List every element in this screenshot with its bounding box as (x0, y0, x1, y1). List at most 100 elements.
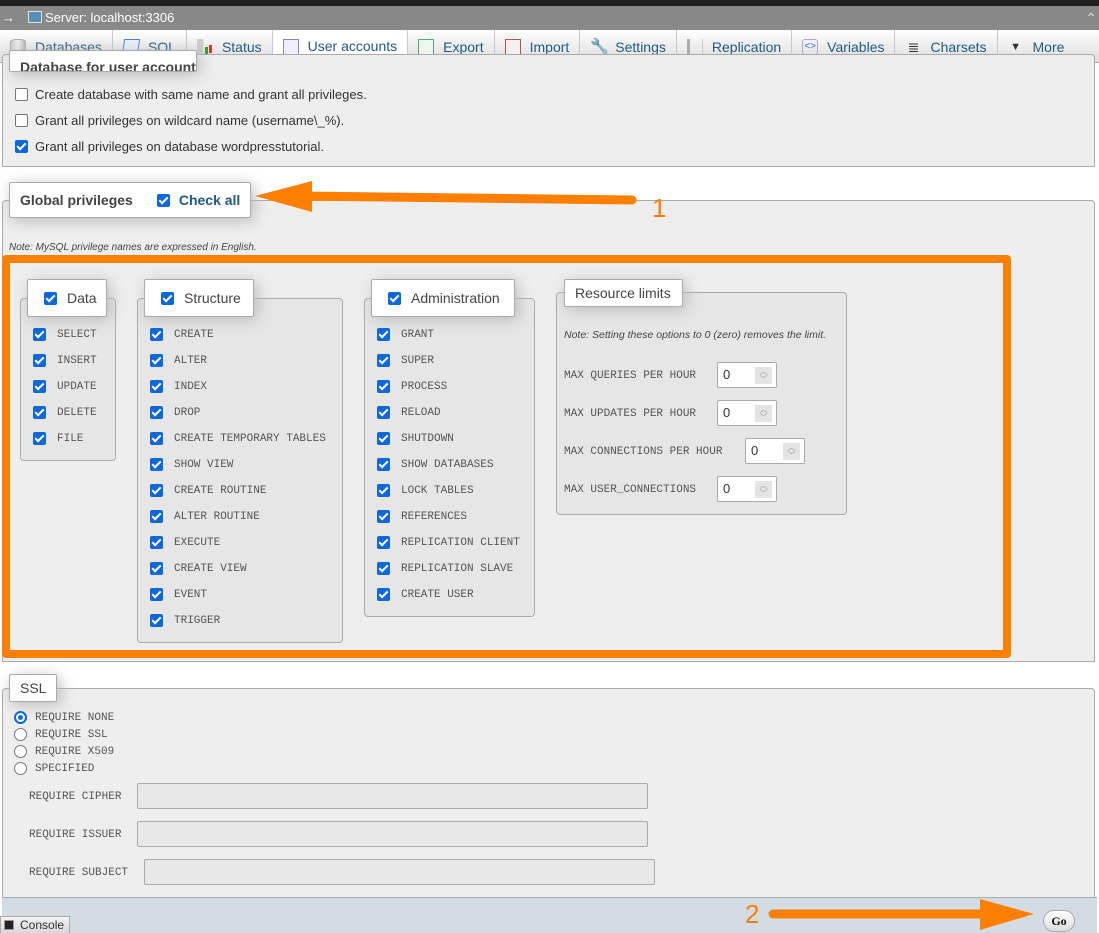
checkbox[interactable] (15, 88, 28, 101)
require-subject-input[interactable] (144, 859, 655, 885)
checkbox[interactable] (150, 588, 163, 601)
checkbox[interactable] (150, 354, 163, 367)
checkbox[interactable] (150, 432, 163, 445)
max-queries-input[interactable]: 0 ︿ ﹀ (717, 362, 777, 388)
check-all-checkbox[interactable] (156, 193, 170, 207)
checkbox[interactable] (150, 536, 163, 549)
privilege-show-view[interactable]: SHOW VIEW (150, 458, 233, 471)
privilege-show-databases[interactable]: SHOW DATABASES (377, 458, 493, 471)
checkbox[interactable] (33, 380, 46, 393)
checkbox[interactable] (150, 562, 163, 575)
checkbox[interactable] (150, 458, 163, 471)
go-button[interactable]: Go (1043, 910, 1075, 932)
db-option-wildcard[interactable]: Grant all privileges on wildcard name (u… (15, 113, 344, 128)
max-updates-input[interactable]: 0 ︿ ﹀ (717, 400, 777, 426)
checkbox[interactable] (377, 562, 390, 575)
checkbox[interactable] (377, 536, 390, 549)
require-cipher-input[interactable] (137, 783, 648, 809)
collapse-icon[interactable]: ⌃ (1085, 6, 1097, 30)
privilege-grant[interactable]: GRANT (377, 328, 434, 341)
checkbox[interactable] (33, 432, 46, 445)
checkbox[interactable] (150, 484, 163, 497)
checkbox[interactable] (377, 588, 390, 601)
privilege-create-routine[interactable]: CREATE ROUTINE (150, 484, 266, 497)
spinner-icon[interactable]: ︿ ﹀ (755, 481, 772, 498)
checkbox[interactable] (150, 510, 163, 523)
privilege-replication-client[interactable]: REPLICATION CLIENT (377, 536, 520, 549)
checkbox[interactable] (150, 380, 163, 393)
privilege-process[interactable]: PROCESS (377, 380, 447, 393)
spinner-icon[interactable]: ︿ ﹀ (783, 443, 800, 460)
require-issuer-input[interactable] (137, 821, 648, 847)
checkbox[interactable] (33, 406, 46, 419)
input-value: 0 (723, 367, 731, 382)
back-arrow-icon[interactable]: → (2, 6, 15, 30)
ssl-option-require-x509[interactable]: REQUIRE X509 (14, 745, 114, 758)
tab-label: Status (221, 38, 262, 55)
checkbox[interactable] (377, 380, 390, 393)
privilege-select[interactable]: SELECT (33, 328, 97, 341)
privilege-execute[interactable]: EXECUTE (150, 536, 220, 549)
privilege-create-view[interactable]: CREATE VIEW (150, 562, 247, 575)
checkbox[interactable] (15, 140, 28, 153)
check-all-label[interactable]: Check all (179, 192, 240, 208)
privilege-shutdown[interactable]: SHUTDOWN (377, 432, 454, 445)
privilege-create[interactable]: CREATE (150, 328, 214, 341)
checkbox[interactable] (377, 510, 390, 523)
checkbox[interactable] (150, 614, 163, 627)
spinner-icon[interactable]: ︿ ﹀ (755, 367, 772, 384)
data-group-legend[interactable]: Data (27, 279, 107, 317)
checkbox[interactable] (150, 328, 163, 341)
console-icon (4, 920, 14, 930)
radio-button[interactable] (14, 711, 27, 724)
privilege-drop[interactable]: DROP (150, 406, 200, 419)
privilege-alter[interactable]: ALTER (150, 354, 207, 367)
checkbox[interactable] (377, 354, 390, 367)
checkbox[interactable] (33, 328, 46, 341)
ssl-option-require-none[interactable]: REQUIRE NONE (14, 711, 114, 724)
privilege-label: CREATE VIEW (174, 562, 247, 575)
radio-button[interactable] (14, 745, 27, 758)
administration-group-legend[interactable]: Administration (371, 279, 515, 317)
console-toggle[interactable]: Console (0, 916, 71, 933)
checkbox[interactable] (33, 354, 46, 367)
db-option-create-same-name[interactable]: Create database with same name and grant… (15, 87, 367, 102)
spinner-icon[interactable]: ︿ ﹀ (755, 405, 772, 422)
radio-button[interactable] (14, 728, 27, 741)
checkbox[interactable] (377, 432, 390, 445)
privilege-lock-tables[interactable]: LOCK TABLES (377, 484, 474, 497)
checkbox[interactable] (377, 406, 390, 419)
structure-group-legend[interactable]: Structure (144, 279, 254, 317)
privilege-insert[interactable]: INSERT (33, 354, 97, 367)
privilege-update[interactable]: UPDATE (33, 380, 97, 393)
server-link[interactable]: Server: localhost:3306 (45, 6, 174, 30)
checkbox[interactable] (15, 114, 28, 127)
privilege-event[interactable]: EVENT (150, 588, 207, 601)
privilege-references[interactable]: REFERENCES (377, 510, 467, 523)
ssl-option-specified[interactable]: SPECIFIED (14, 762, 94, 775)
db-option-grant-database[interactable]: Grant all privileges on database wordpre… (15, 139, 324, 154)
checkbox[interactable] (377, 484, 390, 497)
group-checkbox[interactable] (388, 291, 401, 305)
radio-button[interactable] (14, 762, 27, 775)
privilege-replication-slave[interactable]: REPLICATION SLAVE (377, 562, 513, 575)
privilege-index[interactable]: INDEX (150, 380, 207, 393)
max-user-connections-input[interactable]: 0 ︿ ﹀ (717, 476, 777, 502)
privilege-create-user[interactable]: CREATE USER (377, 588, 474, 601)
group-checkbox[interactable] (161, 291, 174, 305)
checkbox[interactable] (377, 328, 390, 341)
privilege-reload[interactable]: RELOAD (377, 406, 441, 419)
tab-label: Replication (711, 38, 782, 55)
max-connections-input[interactable]: 0 ︿ ﹀ (745, 438, 805, 464)
privilege-file[interactable]: FILE (33, 432, 83, 445)
ssl-option-require-ssl[interactable]: REQUIRE SSL (14, 728, 108, 741)
privilege-trigger[interactable]: TRIGGER (150, 614, 220, 627)
privilege-create-temporary-tables[interactable]: CREATE TEMPORARY TABLES (150, 432, 326, 445)
privilege-delete[interactable]: DELETE (33, 406, 97, 419)
privilege-super[interactable]: SUPER (377, 354, 434, 367)
input-value: 0 (751, 443, 759, 458)
checkbox[interactable] (150, 406, 163, 419)
group-checkbox[interactable] (44, 291, 57, 305)
checkbox[interactable] (377, 458, 390, 471)
privilege-alter-routine[interactable]: ALTER ROUTINE (150, 510, 260, 523)
